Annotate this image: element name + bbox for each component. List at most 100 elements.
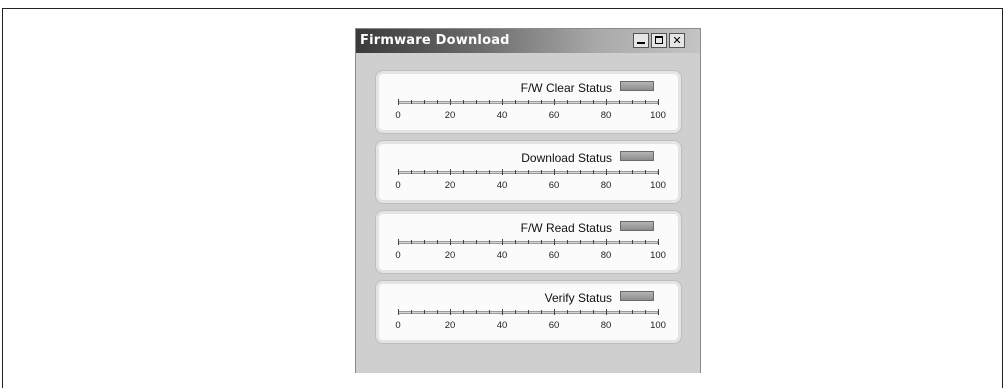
scale-tick [632, 310, 633, 314]
scale-tick [593, 100, 594, 104]
scale-label: 100 [650, 180, 666, 191]
scale-tick [437, 100, 438, 104]
minimize-button[interactable] [633, 33, 649, 48]
scale-tick [593, 170, 594, 174]
scale-tick [619, 170, 620, 174]
scale-tick [450, 309, 451, 315]
minimize-icon [637, 42, 645, 44]
scale-tick [502, 99, 503, 105]
progress-scale-ticks [398, 99, 659, 107]
progress-scale-labels: 0 20 40 60 80 100 [395, 320, 666, 332]
scale-label: 20 [444, 180, 456, 191]
scale-tick [437, 310, 438, 314]
status-label: F/W Clear Status [520, 81, 612, 95]
scale-tick [658, 309, 659, 315]
scale-tick [424, 170, 425, 174]
status-indicator-led [620, 81, 654, 91]
scale-tick [645, 170, 646, 174]
maximize-icon [655, 36, 663, 44]
scale-tick [580, 310, 581, 314]
scale-label: 0 [395, 250, 401, 261]
scale-label: 20 [444, 250, 456, 261]
status-label: Verify Status [544, 291, 612, 305]
scale-label: 40 [496, 320, 508, 331]
scale-tick [502, 239, 503, 245]
scale-tick [619, 310, 620, 314]
scale-tick [489, 240, 490, 244]
scale-tick [528, 240, 529, 244]
title-bar[interactable]: Firmware Download ✕ [356, 29, 700, 53]
scale-tick [463, 100, 464, 104]
scale-tick [450, 169, 451, 175]
status-label: F/W Read Status [520, 221, 612, 235]
scale-label: 60 [548, 320, 560, 331]
scale-tick [658, 99, 659, 105]
scale-tick [580, 170, 581, 174]
scale-tick [554, 169, 555, 175]
scale-label: 40 [496, 110, 508, 121]
scale-tick [476, 310, 477, 314]
close-button[interactable]: ✕ [669, 33, 685, 48]
scale-tick [606, 169, 607, 175]
scale-tick [541, 240, 542, 244]
scale-tick [606, 239, 607, 245]
scale-tick [489, 100, 490, 104]
scale-tick [619, 240, 620, 244]
window-title: Firmware Download [360, 33, 510, 48]
scale-tick [476, 100, 477, 104]
scale-tick [606, 309, 607, 315]
scale-label: 80 [600, 250, 612, 261]
scale-tick [411, 240, 412, 244]
scale-tick [619, 100, 620, 104]
scale-label: 40 [496, 180, 508, 191]
scale-tick [567, 310, 568, 314]
scale-tick [593, 240, 594, 244]
scale-label: 100 [650, 110, 666, 121]
scale-tick [528, 170, 529, 174]
scale-label: 100 [650, 250, 666, 261]
scale-tick [541, 100, 542, 104]
scale-tick [645, 240, 646, 244]
scale-tick [437, 240, 438, 244]
status-panel: Download Status 0 20 40 60 80 100 [375, 140, 682, 204]
scale-label: 80 [600, 110, 612, 121]
maximize-button[interactable] [651, 33, 667, 48]
progress-scale-labels: 0 20 40 60 80 100 [395, 180, 666, 192]
scale-tick [567, 240, 568, 244]
scale-tick [489, 170, 490, 174]
scale-label: 0 [395, 110, 401, 121]
progress-scale-ticks [398, 239, 659, 247]
status-indicator-led [620, 151, 654, 161]
scale-tick [515, 310, 516, 314]
scale-tick [541, 310, 542, 314]
scale-label: 60 [548, 180, 560, 191]
scale-tick [411, 170, 412, 174]
scale-tick [398, 169, 399, 175]
scale-label: 20 [444, 320, 456, 331]
scale-tick [489, 310, 490, 314]
scale-tick [606, 99, 607, 105]
scale-tick [398, 309, 399, 315]
scale-tick [463, 240, 464, 244]
scale-tick [515, 170, 516, 174]
scale-tick [463, 170, 464, 174]
scale-tick [541, 170, 542, 174]
scale-tick [658, 169, 659, 175]
scale-tick [567, 100, 568, 104]
scale-tick [450, 239, 451, 245]
scale-tick [580, 240, 581, 244]
status-label: Download Status [521, 151, 612, 165]
scale-tick [658, 239, 659, 245]
scale-tick [515, 240, 516, 244]
scale-tick [632, 170, 633, 174]
scale-tick [528, 310, 529, 314]
scale-tick [645, 100, 646, 104]
scale-tick [554, 239, 555, 245]
scale-label: 60 [548, 110, 560, 121]
progress-scale-labels: 0 20 40 60 80 100 [395, 250, 666, 262]
scale-label: 0 [395, 180, 401, 191]
scale-tick [424, 100, 425, 104]
scale-tick [632, 240, 633, 244]
progress-scale-ticks [398, 309, 659, 317]
scale-tick [632, 100, 633, 104]
